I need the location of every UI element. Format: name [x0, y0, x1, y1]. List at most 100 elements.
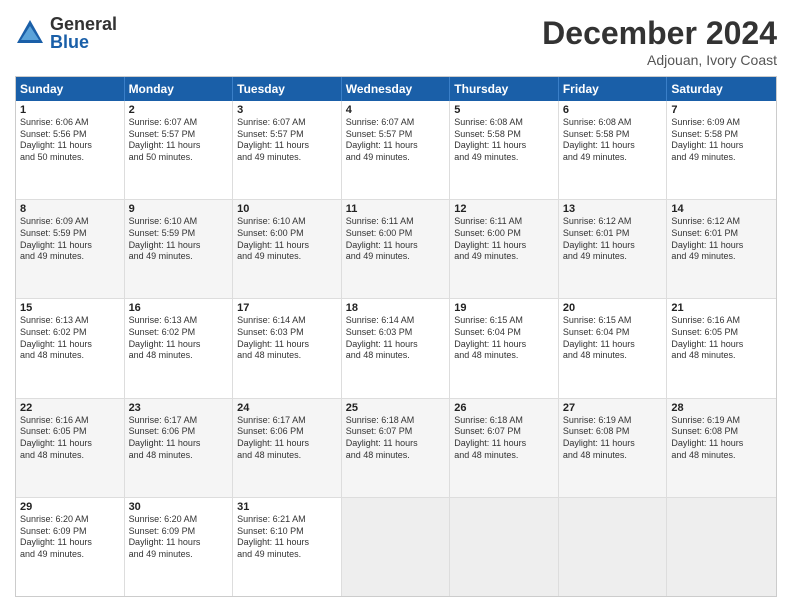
sunset-line: Sunset: 6:04 PM	[454, 327, 554, 339]
sunset-line: Sunset: 6:03 PM	[237, 327, 337, 339]
day-number: 2	[129, 104, 229, 116]
calendar-cell-1: 1Sunrise: 6:06 AMSunset: 5:56 PMDaylight…	[16, 101, 125, 199]
day-number: 5	[454, 104, 554, 116]
calendar-cell-28: 28Sunrise: 6:19 AMSunset: 6:08 PMDayligh…	[667, 399, 776, 497]
mins-line: and 48 minutes.	[20, 450, 120, 462]
logo-blue: Blue	[50, 33, 117, 51]
mins-line: and 49 minutes.	[671, 152, 772, 164]
sunset-line: Sunset: 6:07 PM	[346, 426, 446, 438]
sunrise-line: Sunrise: 6:07 AM	[129, 117, 229, 129]
day-number: 29	[20, 501, 120, 513]
calendar-week-5: 29Sunrise: 6:20 AMSunset: 6:09 PMDayligh…	[16, 498, 776, 596]
mins-line: and 49 minutes.	[346, 251, 446, 263]
mins-line: and 49 minutes.	[346, 152, 446, 164]
daylight-line: Daylight: 11 hours	[563, 339, 663, 351]
calendar-cell-empty	[559, 498, 668, 596]
sunrise-line: Sunrise: 6:11 AM	[346, 216, 446, 228]
daylight-line: Daylight: 11 hours	[129, 438, 229, 450]
day-number: 11	[346, 203, 446, 215]
mins-line: and 48 minutes.	[563, 350, 663, 362]
calendar-cell-19: 19Sunrise: 6:15 AMSunset: 6:04 PMDayligh…	[450, 299, 559, 397]
mins-line: and 49 minutes.	[563, 152, 663, 164]
sunrise-line: Sunrise: 6:09 AM	[20, 216, 120, 228]
logo-text: General Blue	[50, 15, 117, 51]
sunrise-line: Sunrise: 6:10 AM	[237, 216, 337, 228]
day-number: 7	[671, 104, 772, 116]
day-number: 19	[454, 302, 554, 314]
month-title: December 2024	[542, 15, 777, 52]
mins-line: and 48 minutes.	[454, 450, 554, 462]
mins-line: and 49 minutes.	[454, 251, 554, 263]
calendar-cell-13: 13Sunrise: 6:12 AMSunset: 6:01 PMDayligh…	[559, 200, 668, 298]
calendar-cell-4: 4Sunrise: 6:07 AMSunset: 5:57 PMDaylight…	[342, 101, 451, 199]
day-number: 20	[563, 302, 663, 314]
sunset-line: Sunset: 6:09 PM	[20, 526, 120, 538]
mins-line: and 50 minutes.	[20, 152, 120, 164]
daylight-line: Daylight: 11 hours	[20, 537, 120, 549]
calendar-week-2: 8Sunrise: 6:09 AMSunset: 5:59 PM Daylight…	[16, 200, 776, 299]
sunrise-line: Sunrise: 6:15 AM	[454, 315, 554, 327]
sunrise-line: Sunrise: 6:19 AM	[671, 415, 772, 427]
sunrise-line: Sunrise: 6:12 AM	[563, 216, 663, 228]
daylight-line: Daylight: 11 hours	[237, 339, 337, 351]
calendar-cell-empty	[342, 498, 451, 596]
mins-line: and 49 minutes.	[454, 152, 554, 164]
day-number: 28	[671, 402, 772, 414]
header-day-saturday: Saturday	[667, 77, 776, 101]
sunrise-line: Sunrise: 6:08 AM	[563, 117, 663, 129]
calendar-week-4: 22Sunrise: 6:16 AMSunset: 6:05 PMDayligh…	[16, 399, 776, 498]
daylight-line: Daylight: 11 hours	[671, 240, 772, 252]
sunset-line: Sunset: 5:58 PM	[454, 129, 554, 141]
day-number: 15	[20, 302, 120, 314]
location: Adjouan, Ivory Coast	[542, 52, 777, 68]
sunrise-line: Sunrise: 6:13 AM	[129, 315, 229, 327]
day-number: 4	[346, 104, 446, 116]
header-day-tuesday: Tuesday	[233, 77, 342, 101]
day-number: 30	[129, 501, 229, 513]
daylight-line: Daylight: 11 hours	[346, 140, 446, 152]
calendar-cell-30: 30Sunrise: 6:20 AMSunset: 6:09 PMDayligh…	[125, 498, 234, 596]
sunset-line: Sunset: 6:00 PM	[237, 228, 337, 240]
calendar-week-3: 15 Sunrise: 6:13 AM Sunset: 6:02 PM Dayligh…	[16, 299, 776, 398]
mins-line: and 48 minutes.	[671, 450, 772, 462]
sunrise-line: Sunrise: 6:09 AM	[671, 117, 772, 129]
sunset-line: Sunset: 5:58 PM	[671, 129, 772, 141]
daylight-line: Daylight: 11 hours	[20, 140, 120, 152]
calendar-cell-31: 31Sunrise: 6:21 AMSunset: 6:10 PMDayligh…	[233, 498, 342, 596]
sunrise-line: Sunrise: 6:18 AM	[454, 415, 554, 427]
sunset-line: Sunset: 5:59 PM	[20, 228, 120, 240]
calendar-cell-12: 12Sunrise: 6:11 AMSunset: 6:00 PMDayligh…	[450, 200, 559, 298]
calendar-cell-5: 5Sunrise: 6:08 AMSunset: 5:58 PMDaylight…	[450, 101, 559, 199]
day-number: 8	[20, 203, 120, 215]
sunset-line: Sunset: 6:02 PM	[20, 327, 120, 339]
sunset-line: Sunset: 6:04 PM	[563, 327, 663, 339]
calendar-cell-empty	[667, 498, 776, 596]
daylight-line: Daylight: 11 hours	[454, 438, 554, 450]
sunset-line: Sunset: 6:06 PM	[129, 426, 229, 438]
mins-line: and 48 minutes.	[671, 350, 772, 362]
day-number: 9	[129, 203, 229, 215]
sunrise-line: Sunrise: 6:16 AM	[671, 315, 772, 327]
header-day-sunday: Sunday	[16, 77, 125, 101]
daylight-line: Daylight: 11 hours	[20, 438, 120, 450]
mins-line: and 49 minutes.	[20, 251, 120, 263]
calendar-cell-8: 8Sunrise: 6:09 AMSunset: 5:59 PMDaylight…	[16, 200, 125, 298]
calendar-cell-17: 17Sunrise: 6:14 AMSunset: 6:03 PMDayligh…	[233, 299, 342, 397]
sunset-line: Sunset: 6:00 PM	[346, 228, 446, 240]
sunset-line: Sunset: 6:03 PM	[346, 327, 446, 339]
header: General Blue December 2024 Adjouan, Ivor…	[15, 15, 777, 68]
mins-line: and 49 minutes.	[563, 251, 663, 263]
title-section: December 2024 Adjouan, Ivory Coast	[542, 15, 777, 68]
sunrise-line: Sunrise: 6:06 AM	[20, 117, 120, 129]
mins-line: and 49 minutes.	[20, 549, 120, 561]
mins-line: and 49 minutes.	[237, 251, 337, 263]
calendar-cell-23: 23Sunrise: 6:17 AMSunset: 6:06 PMDayligh…	[125, 399, 234, 497]
daylight-line: Daylight: 11 hours	[563, 240, 663, 252]
sunrise-line: Sunrise: 6:21 AM	[237, 514, 337, 526]
day-number: 23	[129, 402, 229, 414]
calendar-week-1: 1Sunrise: 6:06 AMSunset: 5:56 PMDaylight…	[16, 101, 776, 200]
daylight-line: Daylight: 11 hours	[129, 140, 229, 152]
calendar-cell-22: 22Sunrise: 6:16 AMSunset: 6:05 PMDayligh…	[16, 399, 125, 497]
sunset-line: Sunset: 6:07 PM	[454, 426, 554, 438]
sunrise-line: Sunrise: 6:08 AM	[454, 117, 554, 129]
